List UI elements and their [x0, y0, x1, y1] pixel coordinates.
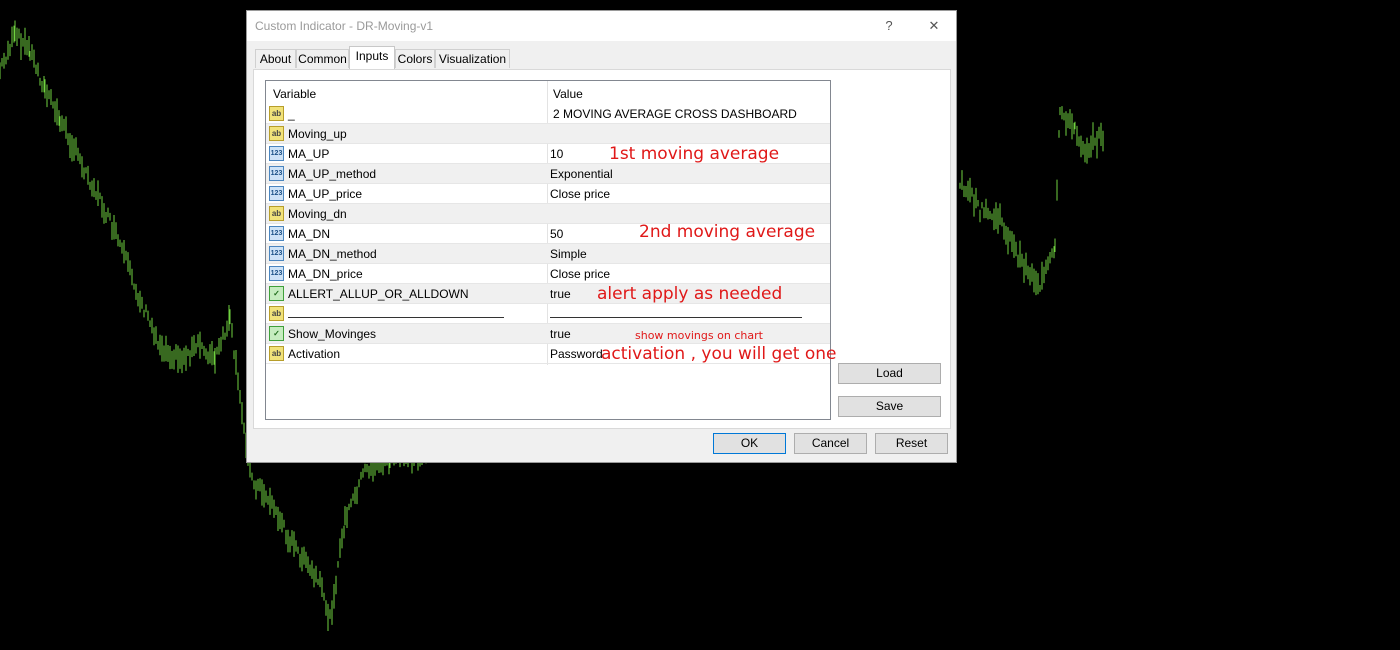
number-type-icon: 123: [269, 166, 284, 181]
grid-row[interactable]: ab: [266, 304, 830, 324]
annotation-show-movings: show movings on chart: [635, 329, 763, 342]
title-bar: Custom Indicator - DR-Moving-v1 ? ✕: [247, 11, 956, 41]
grid-row[interactable]: 123 MA_UP_method Exponential: [266, 164, 830, 184]
grid-row[interactable]: ab Moving_dn: [266, 204, 830, 224]
variable-name: Activation: [288, 347, 341, 361]
ok-button[interactable]: OK: [713, 433, 786, 454]
variable-value[interactable]: 10: [550, 147, 563, 161]
help-icon[interactable]: ?: [879, 16, 899, 36]
annotation-second-ma: 2nd moving average: [639, 222, 816, 242]
inputs-grid: Variable Value ab _ 2 MOVING AVERAGE CROSS…: [265, 80, 831, 420]
variable-name: Moving_dn: [288, 207, 347, 221]
string-type-icon: ab: [269, 346, 284, 361]
variable-name: ALLERT_ALLUP_OR_ALLDOWN: [288, 287, 469, 301]
grid-header: Variable Value: [266, 81, 830, 103]
tab-colors[interactable]: Colors: [395, 49, 435, 68]
string-type-icon: ab: [269, 206, 284, 221]
inputs-panel: Variable Value ab _ 2 MOVING AVERAGE CROSS…: [253, 69, 951, 429]
tab-about[interactable]: About: [255, 49, 296, 68]
variable-value[interactable]: Close price: [550, 187, 610, 201]
variable-value[interactable]: Exponential: [550, 167, 613, 181]
grid-row[interactable]: ab Moving_up: [266, 124, 830, 144]
custom-indicator-dialog: Custom Indicator - DR-Moving-v1 ? ✕ Abou…: [246, 10, 957, 463]
tab-inputs[interactable]: Inputs: [349, 46, 395, 69]
load-button[interactable]: Load: [838, 363, 941, 384]
variable-name: MA_UP_method: [288, 167, 377, 181]
variable-value[interactable]: true: [550, 327, 571, 341]
variable-name: MA_DN: [288, 227, 331, 241]
save-button[interactable]: Save: [838, 396, 941, 417]
number-type-icon: 123: [269, 246, 284, 261]
grid-row[interactable]: 123 MA_DN_method Simple: [266, 244, 830, 264]
annotation-alert: alert apply as needed: [597, 284, 783, 304]
variable-name: MA_DN_price: [288, 267, 363, 281]
number-type-icon: 123: [269, 186, 284, 201]
string-type-icon: ab: [269, 306, 284, 321]
variable-value[interactable]: Password: [550, 347, 603, 361]
variable-name: Moving_up: [288, 127, 347, 141]
column-header-value[interactable]: Value: [553, 87, 583, 101]
variable-value[interactable]: Simple: [550, 247, 587, 261]
variable-name: MA_UP_price: [288, 187, 363, 201]
grid-row[interactable]: 123 MA_DN_price Close price: [266, 264, 830, 284]
variable-name: MA_UP: [288, 147, 330, 161]
reset-button[interactable]: Reset: [875, 433, 948, 454]
variable-name: MA_DN_method: [288, 247, 377, 261]
variable-value[interactable]: Close price: [550, 267, 610, 281]
boolean-type-icon: ✓: [269, 286, 284, 301]
dialog-title: Custom Indicator - DR-Moving-v1: [255, 19, 434, 33]
separator-line: [550, 317, 802, 318]
number-type-icon: 123: [269, 146, 284, 161]
variable-name: Show_Movinges: [288, 327, 377, 341]
variable-value[interactable]: 50: [550, 227, 563, 241]
tab-common[interactable]: Common: [296, 49, 349, 68]
cancel-button[interactable]: Cancel: [794, 433, 867, 454]
close-icon[interactable]: ✕: [924, 16, 944, 36]
string-type-icon: ab: [269, 106, 284, 121]
variable-value[interactable]: true: [550, 287, 571, 301]
boolean-type-icon: ✓: [269, 326, 284, 341]
number-type-icon: 123: [269, 226, 284, 241]
annotation-activation: activation , you will get one: [601, 344, 837, 364]
column-header-variable[interactable]: Variable: [273, 87, 316, 101]
grid-row[interactable]: 123 MA_UP_price Close price: [266, 184, 830, 204]
tab-visualization[interactable]: Visualization: [435, 49, 510, 68]
separator-line: [288, 317, 504, 318]
annotation-first-ma: 1st moving average: [609, 144, 780, 164]
string-type-icon: ab: [269, 126, 284, 141]
grid-row[interactable]: ab _ 2 MOVING AVERAGE CROSS DASHBOARD: [266, 104, 830, 124]
variable-value[interactable]: 2 MOVING AVERAGE CROSS DASHBOARD: [553, 107, 797, 121]
number-type-icon: 123: [269, 266, 284, 281]
variable-name: _: [288, 107, 295, 121]
